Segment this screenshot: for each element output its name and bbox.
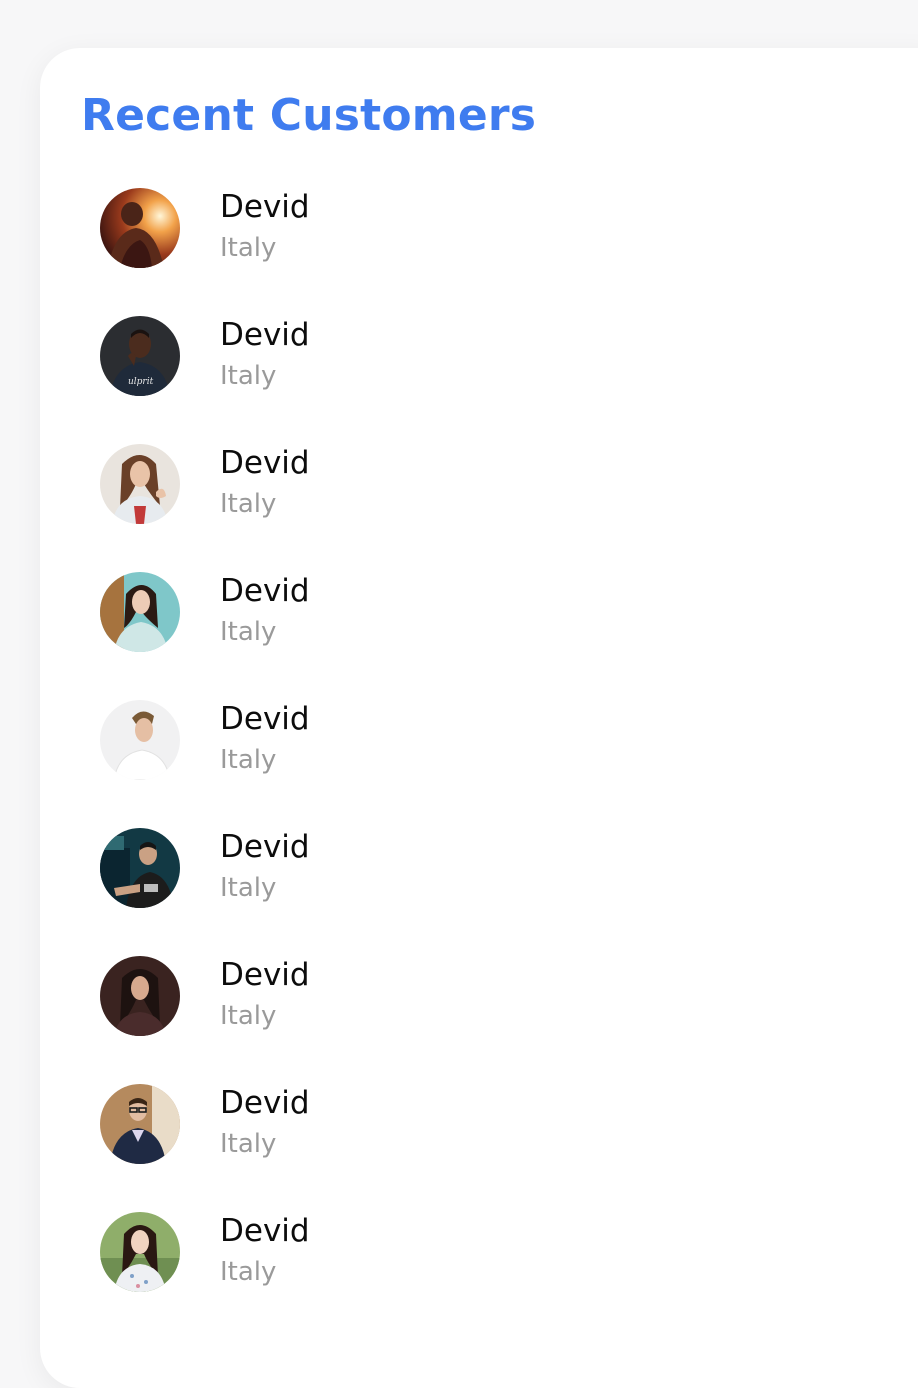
card-title: Recent Customers xyxy=(81,90,537,141)
customer-avatar xyxy=(100,956,180,1036)
customer-row[interactable]: Devid Italy xyxy=(100,1212,860,1340)
customer-country: Italy xyxy=(220,873,277,903)
customer-country: Italy xyxy=(220,1257,277,1287)
customer-name: Devid xyxy=(220,701,310,737)
customer-avatar xyxy=(100,1084,180,1164)
customer-name: Devid xyxy=(220,573,310,609)
customer-country: Italy xyxy=(220,745,277,775)
customer-row[interactable]: Devid Italy xyxy=(100,1084,860,1212)
customer-name: Devid xyxy=(220,189,310,225)
customer-name: Devid xyxy=(220,445,310,481)
customer-country: Italy xyxy=(220,1001,277,1031)
customer-name: Devid xyxy=(220,317,310,353)
customer-name: Devid xyxy=(220,829,310,865)
customer-country: Italy xyxy=(220,617,277,647)
customer-row[interactable]: ulprit Devid Italy xyxy=(100,316,860,444)
customer-avatar xyxy=(100,700,180,780)
customer-name: Devid xyxy=(220,957,310,993)
customer-row[interactable]: Devid Italy xyxy=(100,188,860,316)
customer-name: Devid xyxy=(220,1085,310,1121)
customer-avatar: ulprit xyxy=(100,316,180,396)
customer-row[interactable]: Devid Italy xyxy=(100,700,860,828)
customer-avatar xyxy=(100,1212,180,1292)
customer-country: Italy xyxy=(220,1129,277,1159)
customer-avatar xyxy=(100,188,180,268)
customer-row[interactable]: Devid Italy xyxy=(100,828,860,956)
customer-country: Italy xyxy=(220,233,277,263)
customer-avatar xyxy=(100,828,180,908)
customer-avatar xyxy=(100,444,180,524)
customer-avatar xyxy=(100,572,180,652)
customer-row[interactable]: Devid Italy xyxy=(100,956,860,1084)
recent-customers-card: Recent Customers Devid Italy ulprit Devi… xyxy=(40,48,918,1388)
customer-name: Devid xyxy=(220,1213,310,1249)
customer-country: Italy xyxy=(220,489,277,519)
svg-text:ulprit: ulprit xyxy=(128,377,154,387)
customer-list: Devid Italy ulprit Devid Italy Devid Ita… xyxy=(100,188,860,1340)
customer-row[interactable]: Devid Italy xyxy=(100,444,860,572)
customer-row[interactable]: Devid Italy xyxy=(100,572,860,700)
customer-country: Italy xyxy=(220,361,277,391)
